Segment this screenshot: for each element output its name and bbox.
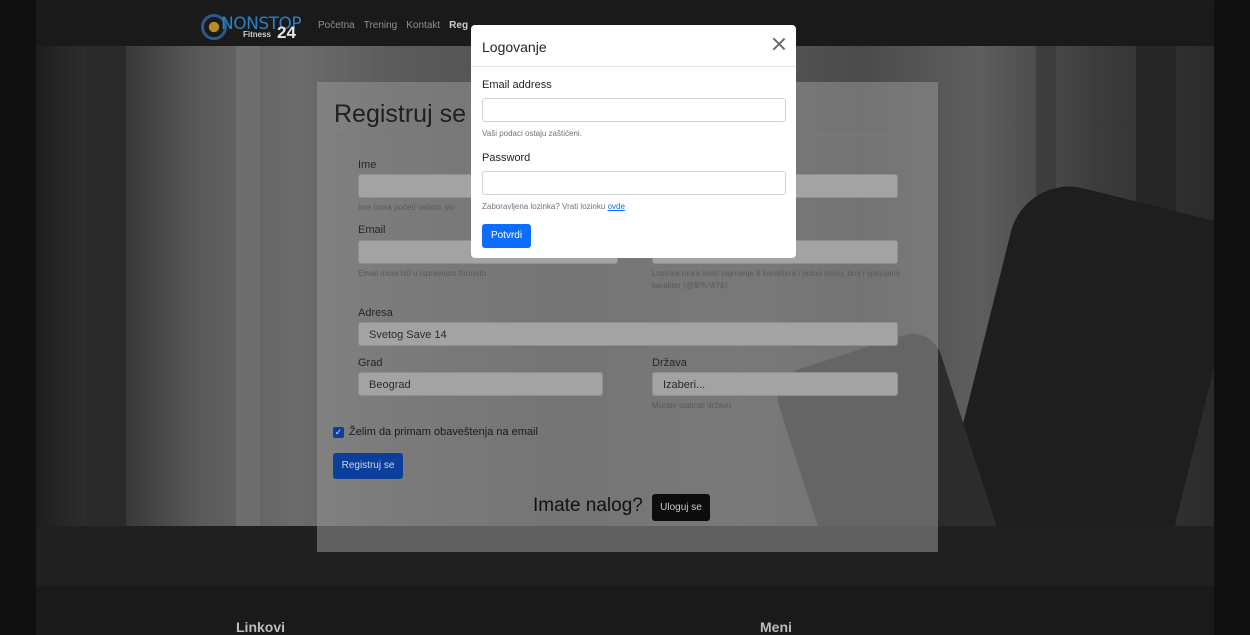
forgot-password-link[interactable]: ovde (608, 202, 625, 211)
modal-header: Logovanje (471, 25, 796, 67)
modal-submit-button[interactable]: Potvrdi (482, 224, 531, 248)
modal-title: Logovanje (482, 39, 547, 55)
modal-email-help: Vaši podaci ostaju zaštićeni. (482, 129, 582, 138)
modal-password-label: Password (482, 152, 531, 164)
modal-email-input[interactable] (482, 98, 786, 122)
login-modal: Logovanje Email address Vaši podaci osta… (471, 25, 796, 258)
close-icon[interactable] (770, 35, 788, 53)
modal-email-label: Email address (482, 79, 552, 91)
forgot-password-label: Zaboravljena lozinka? Vrati lozinku (482, 202, 606, 211)
modal-password-input[interactable] (482, 171, 786, 195)
forgot-password-text: Zaboravljena lozinka? Vrati lozinku ovde (482, 202, 625, 211)
